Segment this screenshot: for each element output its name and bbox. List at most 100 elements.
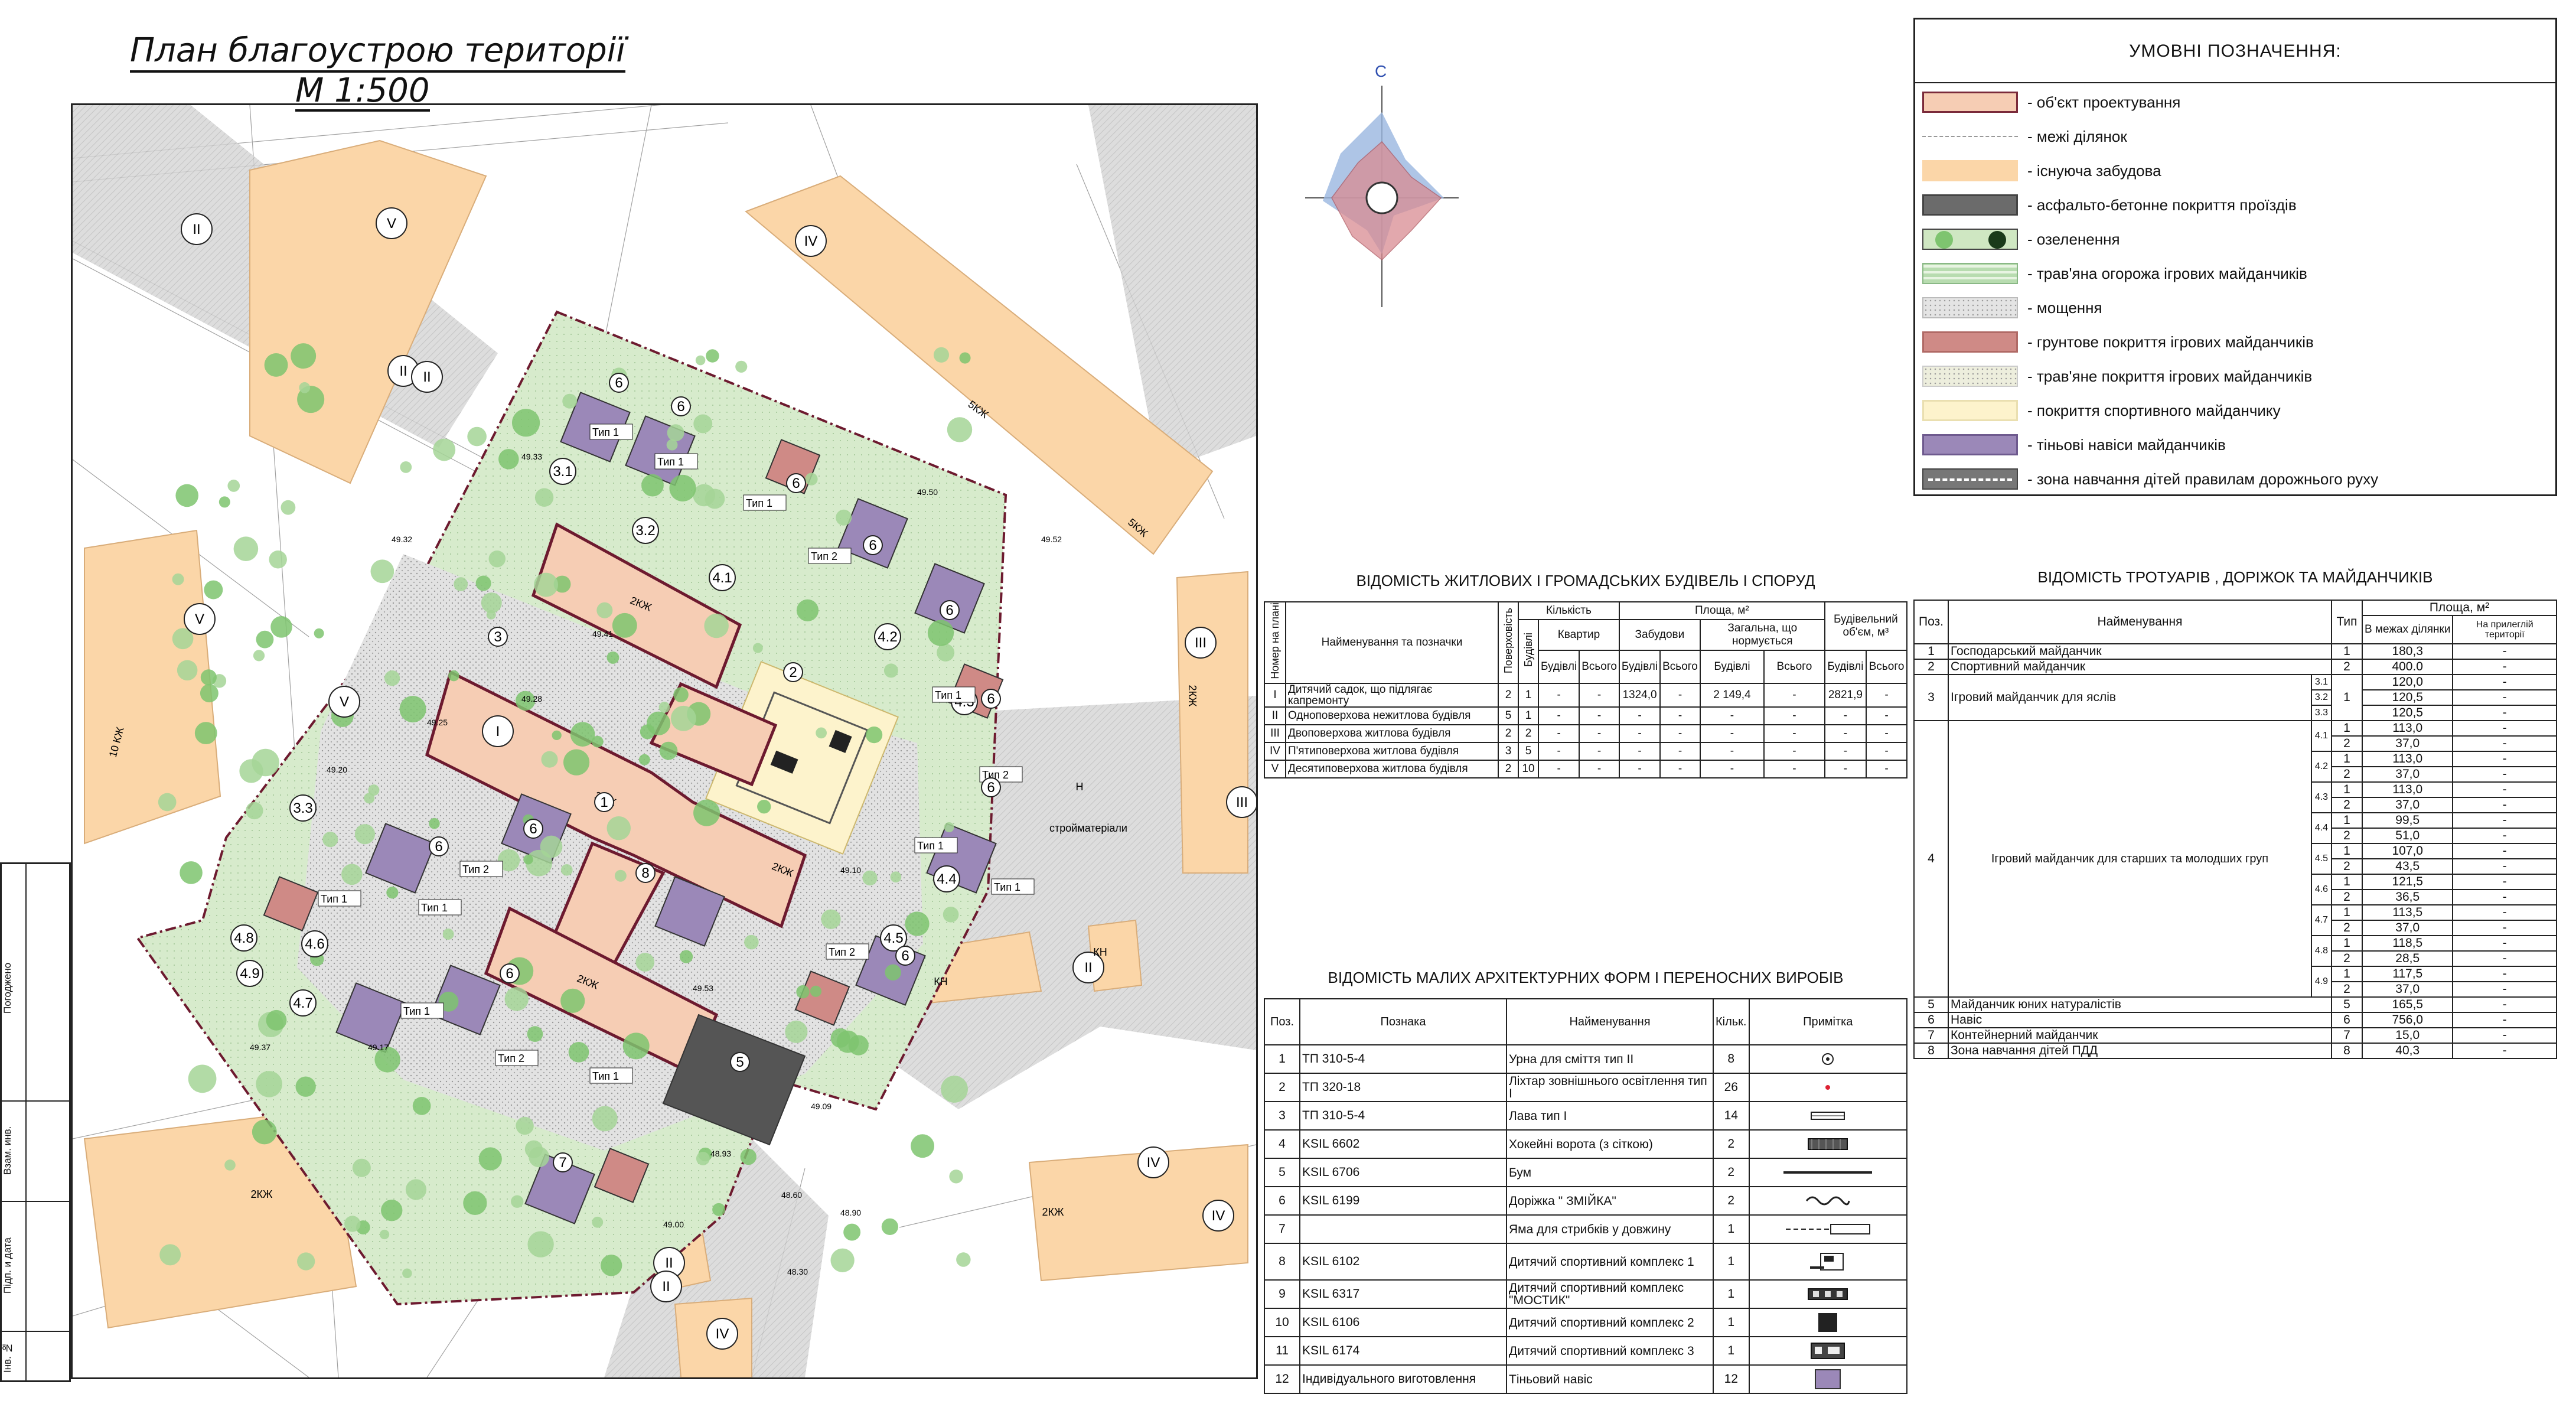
- plan-marker: 3.3: [293, 800, 312, 816]
- tree-icon: [224, 1159, 236, 1171]
- tree-icon: [740, 1148, 757, 1165]
- col-tot-per: Будівлі: [1699, 649, 1765, 684]
- cell-item-name: Бум: [1506, 1158, 1714, 1187]
- tree-icon: [669, 474, 696, 501]
- plan-marker: I: [496, 724, 500, 740]
- tree-icon: [504, 987, 529, 1011]
- shade-symbol-icon: [1748, 1364, 1907, 1394]
- plan-text: Тип 1: [746, 497, 772, 509]
- table-cell: -: [2452, 720, 2557, 737]
- tree-icon: [370, 559, 394, 584]
- plan-marker: 4.4: [937, 871, 956, 887]
- drawing-title: План благоустрою території М 1:500: [130, 32, 625, 112]
- cell-vol_b: -: [1824, 741, 1867, 761]
- tree-icon: [246, 802, 263, 820]
- cell-built_all: -: [1659, 741, 1701, 761]
- tree-icon: [269, 550, 287, 569]
- tree-icon: [704, 613, 729, 639]
- plan-marker: 4.2: [878, 629, 897, 645]
- cell-item-name: Дитячий спортивний комплекс 3: [1506, 1336, 1714, 1366]
- table-cell: -: [2452, 828, 2557, 844]
- side-stamp: Погоджено Взам. инв. Підп. и дата Інв. №: [0, 862, 73, 1382]
- tree-icon: [291, 343, 317, 369]
- stamp-agreed: Погоджено: [2, 962, 13, 1014]
- cell-built_b: -: [1618, 724, 1661, 743]
- cell-code: KSIL 6106: [1299, 1308, 1507, 1337]
- table-cell: -: [2452, 904, 2557, 921]
- cell-floors: 2: [1498, 724, 1519, 743]
- table-cell: 3: [1913, 674, 1949, 721]
- table-cell: 120,0: [2361, 674, 2454, 690]
- table-cell: 4.9: [2310, 966, 2332, 998]
- legend-item-label: - існуюча забудова: [2027, 162, 2161, 180]
- snake-symbol-icon: [1748, 1186, 1907, 1216]
- table-cell: 99,5: [2361, 812, 2454, 829]
- table-row: 8 Зона навчання дітей ПДД 8 40,3-: [1913, 1043, 2557, 1059]
- plan-marker: 6: [987, 691, 994, 707]
- cell-built_b: -: [1618, 759, 1661, 778]
- table-cell: -: [2452, 950, 2557, 967]
- cell-code: [1299, 1214, 1507, 1244]
- table-row: II Одноповерхова нежитлова будівля 5 1- - - - -…: [1264, 706, 1907, 725]
- legend-item-label: - мощення: [2027, 299, 2102, 317]
- cell-pos: 6: [1264, 1186, 1300, 1216]
- tree-icon: [158, 793, 177, 812]
- col-name: Найменування та позначки: [1285, 601, 1499, 684]
- plan-text: Тип 2: [462, 864, 489, 875]
- col-path-type: Тип: [2330, 600, 2363, 644]
- table-cell: Навіс: [1948, 1012, 2332, 1028]
- plan-text: 49.09: [811, 1102, 832, 1111]
- cell-built_all: -: [1659, 682, 1701, 708]
- plan-marker: 6: [435, 839, 442, 855]
- cell-vol_all: -: [1866, 724, 1907, 743]
- tree-icon: [227, 480, 240, 492]
- plan-marker: IV: [716, 1326, 729, 1342]
- tree-icon: [670, 705, 696, 731]
- table-cell: 1: [2330, 874, 2363, 890]
- tree-icon: [666, 439, 678, 451]
- legend-item: - покриття спортивного майданчику: [1915, 393, 2555, 427]
- cell-name: Дитячий садок, що підлягає капремонту: [1285, 682, 1499, 708]
- plan-marker: 6: [901, 948, 909, 964]
- table-row: 1 Господарський майданчик 1 180,3-: [1913, 643, 2557, 660]
- cell-bld: 5: [1518, 741, 1539, 761]
- tree-icon: [890, 871, 902, 883]
- cell-vol_all: -: [1866, 741, 1907, 761]
- tree-icon: [253, 650, 265, 662]
- cell-qty: 2: [1713, 1158, 1750, 1187]
- cell-qty: 1: [1713, 1214, 1750, 1244]
- tree-icon: [516, 1116, 534, 1135]
- cell-qty: 2: [1713, 1186, 1750, 1216]
- table-row: 9 KSIL 6317 Дитячий спортивний комплекс "М…: [1264, 1279, 1907, 1309]
- tree-icon: [540, 835, 563, 858]
- table-cell: 4.3: [2310, 781, 2332, 813]
- col-floors: Поверховість: [1502, 608, 1514, 674]
- table-cell: Зона навчання дітей ПДД: [1948, 1043, 2332, 1059]
- table-cell: -: [2452, 659, 2557, 675]
- col-volume: Будівельний об'єм, м³: [1824, 601, 1908, 651]
- plan-marker: 6: [792, 475, 800, 491]
- legend-item: - трав'яна огорожа ігрових майданчиків: [1915, 256, 2555, 290]
- cell-num: I: [1264, 682, 1286, 708]
- col-count: Кількість: [1518, 601, 1620, 620]
- forms-table: Поз. Познака Найменування Кільк. Примітк…: [1264, 998, 1907, 1394]
- table-cell: -: [2452, 735, 2557, 752]
- table-cell: 1: [1913, 643, 1949, 660]
- tree-icon: [322, 832, 338, 848]
- plan-text: 49.41: [592, 629, 613, 639]
- lamp-symbol-icon: [1748, 1073, 1907, 1102]
- cell-item-name: Лава тип I: [1506, 1101, 1714, 1131]
- cell-tot_b: -: [1699, 759, 1765, 778]
- tree-icon: [570, 722, 595, 747]
- cell-vol_b: 2821,9: [1824, 682, 1867, 708]
- cell-pos: 12: [1264, 1364, 1300, 1394]
- tree-icon: [805, 473, 818, 486]
- plan-marker: 3.2: [635, 523, 655, 539]
- plan-text: 48.60: [781, 1190, 802, 1200]
- table-cell: 2: [2330, 920, 2363, 936]
- plan-marker: 2: [789, 664, 797, 680]
- table-cell: 1: [2330, 843, 2363, 859]
- table-cell: -: [2452, 966, 2557, 982]
- tree-icon: [937, 643, 955, 662]
- legend-panel: УМОВНІ ПОЗНАЧЕННЯ: - об'єкт проектування…: [1913, 18, 2557, 496]
